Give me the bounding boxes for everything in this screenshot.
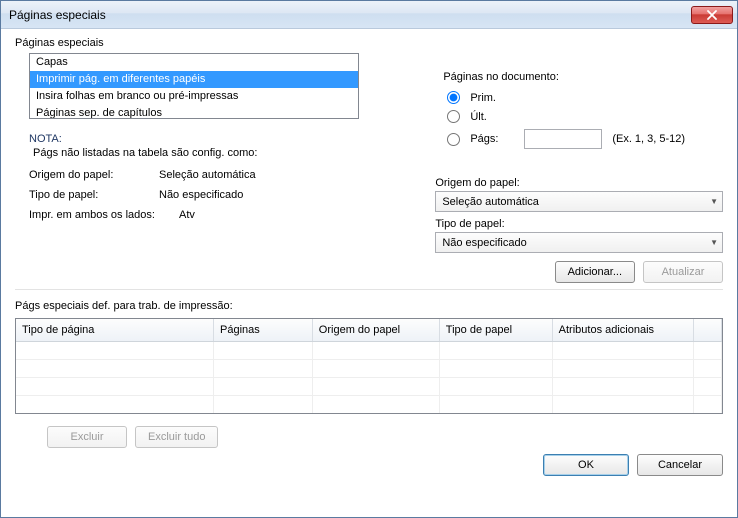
note-value: Seleção automática	[159, 169, 256, 181]
note-title: NOTA:	[29, 133, 397, 145]
note-row: Origem do papel:Seleção automática	[29, 169, 397, 181]
table-row[interactable]	[16, 341, 722, 359]
titlebar: Páginas especiais	[1, 1, 737, 29]
close-button[interactable]	[691, 6, 733, 24]
list-item[interactable]: Capas	[30, 54, 358, 71]
ok-button[interactable]: OK	[543, 454, 629, 476]
list-item[interactable]: Páginas sep. de capítulos	[30, 105, 358, 119]
table-row[interactable]	[16, 359, 722, 377]
note-value: Atv	[179, 209, 195, 221]
cancel-button[interactable]: Cancelar	[637, 454, 723, 476]
pages-in-document-group: Páginas no documento: Prim. Últ. Págs: (…	[443, 71, 723, 149]
window-title: Páginas especiais	[9, 8, 691, 22]
column-header[interactable]: Tipo de página	[16, 319, 214, 341]
column-header[interactable]: Páginas	[214, 319, 313, 341]
dialog-content: Páginas especiais CapasImprimir pág. em …	[1, 29, 737, 517]
column-header[interactable]: Tipo de papel	[439, 319, 552, 341]
column-header[interactable]: Origem do papel	[312, 319, 439, 341]
chevron-down-icon: ▼	[710, 197, 718, 206]
table-row[interactable]	[16, 395, 722, 413]
pages-input[interactable]	[524, 129, 602, 149]
column-header[interactable]: Atributos adicionais	[552, 319, 693, 341]
paper-source-value: Seleção automática	[442, 196, 539, 208]
delete-button: Excluir	[47, 426, 127, 448]
update-button: Atualizar	[643, 261, 723, 283]
add-button[interactable]: Adicionar...	[555, 261, 635, 283]
chevron-down-icon: ▼	[710, 238, 718, 247]
pages-in-document-label: Páginas no documento:	[443, 71, 723, 83]
paper-source-label: Origem do papel:	[435, 177, 723, 189]
radio-prim-label: Prim.	[470, 92, 506, 104]
note-subtitle: Págs não listadas na tabela são config. …	[33, 147, 397, 159]
delete-all-button: Excluir tudo	[135, 426, 218, 448]
special-pages-table[interactable]: Tipo de páginaPáginasOrigem do papelTipo…	[15, 318, 723, 414]
pages-hint: (Ex. 1, 3, 5-12)	[612, 133, 685, 145]
note-block: NOTA: Págs não listadas na tabela são co…	[29, 133, 397, 221]
radio-pags[interactable]	[447, 133, 460, 146]
paper-type-combo[interactable]: Não especificado ▼	[435, 232, 723, 253]
radio-ult-label: Últ.	[470, 111, 506, 123]
list-item[interactable]: Imprimir pág. em diferentes papéis	[30, 71, 358, 88]
table-label: Págs especiais def. para trab. de impres…	[15, 300, 723, 312]
close-icon	[706, 10, 718, 20]
note-key: Origem do papel:	[29, 169, 159, 181]
note-key: Tipo de papel:	[29, 189, 159, 201]
note-row: Impr. em ambos os lados:Atv	[29, 209, 397, 221]
note-key: Impr. em ambos os lados:	[29, 209, 179, 221]
special-pages-list[interactable]: CapasImprimir pág. em diferentes papéisI…	[29, 53, 359, 119]
paper-type-label: Tipo de papel:	[435, 218, 723, 230]
paper-type-value: Não especificado	[442, 237, 526, 249]
list-item[interactable]: Insira folhas em branco ou pré-impressas	[30, 88, 358, 105]
note-row: Tipo de papel:Não especificado	[29, 189, 397, 201]
dialog-window: Páginas especiais Páginas especiais Capa…	[0, 0, 738, 518]
radio-prim[interactable]	[447, 91, 460, 104]
radio-pags-label: Págs:	[470, 133, 506, 145]
radio-ult[interactable]	[447, 110, 460, 123]
column-header-spacer	[693, 319, 721, 341]
group-label: Páginas especiais	[15, 37, 723, 49]
table-row[interactable]	[16, 377, 722, 395]
separator	[15, 289, 723, 290]
note-value: Não especificado	[159, 189, 243, 201]
paper-source-combo[interactable]: Seleção automática ▼	[435, 191, 723, 212]
